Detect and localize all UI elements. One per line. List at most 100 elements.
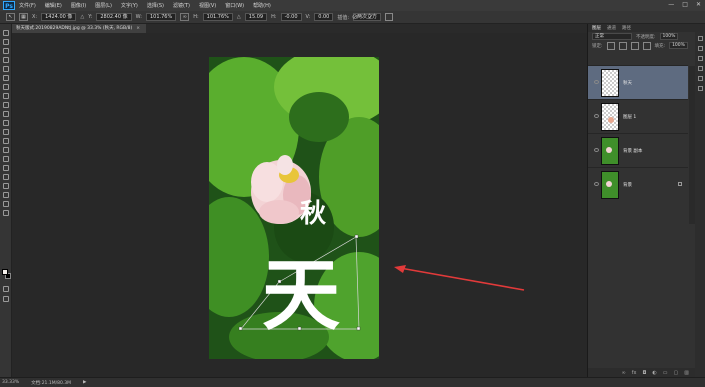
more-tools-icon[interactable] (3, 210, 9, 216)
y-input[interactable]: 2802.40 像 (96, 13, 132, 21)
menu-select[interactable]: 选择(S) (147, 2, 164, 9)
zoom-tool-icon[interactable] (3, 201, 9, 207)
menu-filter[interactable]: 滤镜(T) (173, 2, 190, 9)
lotus-photo: 秋 天 (209, 57, 379, 359)
path-select-tool-icon[interactable] (3, 174, 9, 180)
layer-name: 秋天 (623, 81, 632, 86)
hskew-label: H: (271, 14, 277, 20)
eye-icon[interactable] (594, 182, 599, 186)
lock-transparency-icon[interactable] (606, 41, 615, 50)
photoshop-logo: Ps (3, 1, 15, 10)
lasso-tool-icon[interactable] (3, 48, 9, 54)
link-ratio-icon[interactable]: ∞ (180, 13, 190, 21)
angle-label: △ (236, 14, 241, 20)
minimize-button[interactable]: — (668, 1, 674, 8)
status-arrow-icon[interactable]: ▶ (83, 380, 86, 385)
new-layer-icon[interactable]: ▢ (674, 370, 679, 376)
layers-panel-tabs: 图层 通道 路径 (588, 24, 705, 32)
eye-icon[interactable] (594, 148, 599, 152)
link-layers-icon[interactable]: ∞ (622, 370, 626, 376)
eraser-tool-icon[interactable] (3, 120, 9, 126)
layer-row-background-copy[interactable]: 背景 副本 (588, 133, 688, 167)
dodge-tool-icon[interactable] (3, 147, 9, 153)
menu-help[interactable]: 帮助(H) (253, 2, 271, 9)
marquee-tool-icon[interactable] (3, 39, 9, 45)
blend-mode-select[interactable]: 正常 (592, 33, 632, 40)
fill-input[interactable]: 100% (669, 42, 688, 49)
history-panel-icon[interactable] (698, 36, 703, 41)
maximize-button[interactable]: □ (682, 1, 688, 8)
close-window-button[interactable]: ✕ (696, 1, 701, 8)
layer-row-qiutian[interactable]: 秋天 (588, 65, 688, 99)
menu-type[interactable]: 文字(Y) (121, 2, 138, 9)
character-panel-icon[interactable] (698, 56, 703, 61)
document-canvas[interactable]: 秋 天 (209, 57, 379, 359)
crop-tool-icon[interactable] (3, 66, 9, 72)
hand-tool-icon[interactable] (3, 192, 9, 198)
angle-input[interactable]: 15.09 (244, 13, 268, 21)
layer-row-background[interactable]: 背景 (588, 167, 688, 201)
foreground-color-swatch[interactable] (2, 269, 8, 275)
vskew-label: V: (305, 14, 311, 20)
healing-tool-icon[interactable] (3, 84, 9, 90)
height-input[interactable]: 101.76% (202, 13, 233, 21)
menu-image[interactable]: 图像(I) (71, 2, 86, 9)
stamp-tool-icon[interactable] (3, 102, 9, 108)
blend-row: 正常 不透明度: 100% (588, 32, 705, 41)
type-tool-icon[interactable] (3, 165, 9, 171)
blur-tool-icon[interactable] (3, 138, 9, 144)
add-mask-icon[interactable]: ◘ (642, 370, 646, 376)
x-input[interactable]: 1424.00 像 (41, 13, 77, 21)
vskew-input[interactable]: 0.00 (314, 13, 334, 21)
tab-paths[interactable]: 路径 (622, 25, 631, 31)
lock-position-icon[interactable] (630, 41, 639, 50)
menu-window[interactable]: 窗口(W) (225, 2, 244, 9)
move-tool-icon[interactable] (3, 30, 9, 36)
close-icon[interactable]: × (136, 26, 140, 31)
warp-toggle[interactable] (385, 13, 394, 21)
eye-icon[interactable] (594, 80, 599, 84)
delta-icon: △ (80, 14, 85, 20)
pen-tool-icon[interactable] (3, 156, 9, 162)
shape-tool-icon[interactable] (3, 183, 9, 189)
menu-edit[interactable]: 编辑(E) (45, 2, 62, 9)
screen-mode-icon[interactable] (3, 296, 9, 302)
paragraph-panel-icon[interactable] (698, 66, 703, 71)
text-qiu: 秋 (300, 199, 327, 229)
history-brush-tool-icon[interactable] (3, 111, 9, 117)
lock-all-icon[interactable] (642, 41, 651, 50)
new-group-icon[interactable]: ▭ (663, 370, 668, 376)
properties-panel-icon[interactable] (698, 46, 703, 51)
document-info: 文档:21.1M/80.3M (31, 380, 72, 386)
tool-preset-icon[interactable]: ↖ (6, 13, 15, 21)
tab-channels[interactable]: 通道 (607, 25, 616, 31)
zoom-level[interactable]: 33.33% (2, 380, 19, 385)
lock-row: 锁定: 填充: 100% (588, 41, 705, 50)
fx-icon[interactable]: fx (632, 370, 637, 376)
menu-layer[interactable]: 图层(L) (95, 2, 112, 9)
lock-pixels-icon[interactable] (618, 41, 627, 50)
menu-view[interactable]: 视图(V) (199, 2, 216, 9)
reference-point-icon[interactable]: ▦ (19, 13, 28, 21)
trash-icon[interactable]: ▥ (684, 370, 689, 376)
hskew-input[interactable]: -0.00 (280, 13, 302, 21)
commit-transform-icon[interactable]: ✓ (368, 13, 374, 21)
fill-label: 填充: (654, 43, 666, 49)
cancel-transform-icon[interactable]: ⊘ (352, 13, 358, 21)
adjustment-layer-icon[interactable]: ◐ (652, 370, 656, 376)
document-tab[interactable]: 秋天版式.20190829ADNtJ.jpg @ 33.3% (秋天, RGB/… (12, 24, 147, 33)
eye-icon[interactable] (594, 114, 599, 118)
quick-select-tool-icon[interactable] (3, 57, 9, 63)
brush-tool-icon[interactable] (3, 93, 9, 99)
quick-mask-icon[interactable] (3, 286, 9, 292)
gradient-tool-icon[interactable] (3, 129, 9, 135)
styles-panel-icon[interactable] (698, 86, 703, 91)
layer-row-layer1[interactable]: 图层 1 (588, 99, 688, 133)
adjustments-panel-icon[interactable] (698, 76, 703, 81)
opacity-input[interactable]: 100% (659, 33, 679, 40)
eyedropper-tool-icon[interactable] (3, 75, 9, 81)
red-arrow-annotation (394, 265, 525, 291)
width-input[interactable]: 101.76% (145, 13, 177, 21)
menu-file[interactable]: 文件(F) (19, 2, 36, 9)
tab-layers[interactable]: 图层 (592, 25, 601, 31)
